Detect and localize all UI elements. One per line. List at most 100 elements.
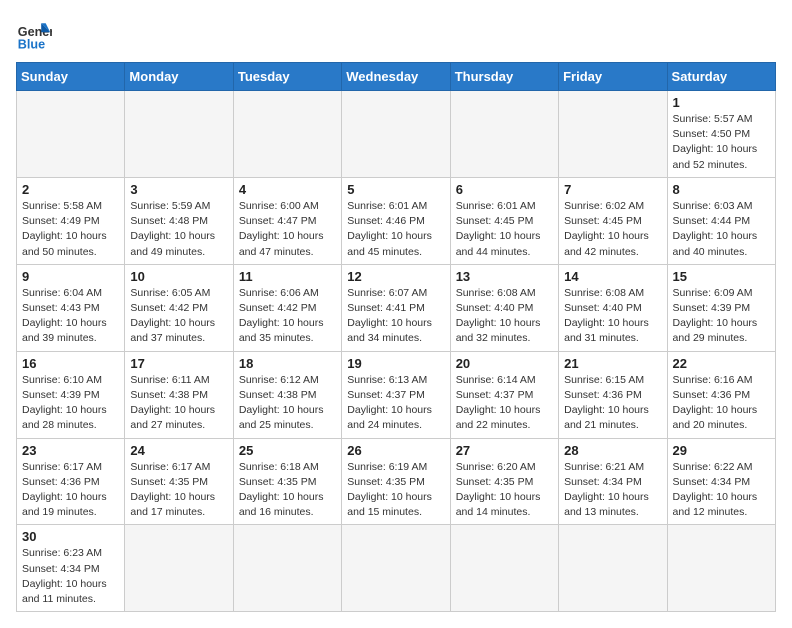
day-number: 6 bbox=[456, 182, 553, 197]
weekday-header: Friday bbox=[559, 63, 667, 91]
day-info: Sunrise: 6:09 AMSunset: 4:39 PMDaylight:… bbox=[673, 286, 770, 347]
day-info: Sunrise: 6:23 AMSunset: 4:34 PMDaylight:… bbox=[22, 546, 119, 607]
day-number: 12 bbox=[347, 269, 444, 284]
calendar-cell: 9 Sunrise: 6:04 AMSunset: 4:43 PMDaylight… bbox=[17, 264, 125, 351]
day-info: Sunrise: 5:58 AMSunset: 4:49 PMDaylight:… bbox=[22, 199, 119, 260]
day-number: 7 bbox=[564, 182, 661, 197]
day-info: Sunrise: 6:04 AMSunset: 4:43 PMDaylight:… bbox=[22, 286, 119, 347]
calendar-cell: 23 Sunrise: 6:17 AMSunset: 4:36 PMDayligh… bbox=[17, 438, 125, 525]
day-number: 15 bbox=[673, 269, 770, 284]
day-info: Sunrise: 6:17 AMSunset: 4:35 PMDaylight:… bbox=[130, 460, 227, 521]
day-number: 19 bbox=[347, 356, 444, 371]
day-number: 13 bbox=[456, 269, 553, 284]
calendar-week-row: 23 Sunrise: 6:17 AMSunset: 4:36 PMDayligh… bbox=[17, 438, 776, 525]
day-info: Sunrise: 6:05 AMSunset: 4:42 PMDaylight:… bbox=[130, 286, 227, 347]
calendar-cell bbox=[667, 525, 775, 612]
day-info: Sunrise: 6:08 AMSunset: 4:40 PMDaylight:… bbox=[456, 286, 553, 347]
calendar-cell: 13 Sunrise: 6:08 AMSunset: 4:40 PMDayligh… bbox=[450, 264, 558, 351]
calendar-week-row: 30 Sunrise: 6:23 AMSunset: 4:34 PMDayligh… bbox=[17, 525, 776, 612]
day-number: 3 bbox=[130, 182, 227, 197]
day-number: 22 bbox=[673, 356, 770, 371]
day-number: 16 bbox=[22, 356, 119, 371]
calendar-body: 1 Sunrise: 5:57 AMSunset: 4:50 PMDaylight… bbox=[17, 91, 776, 612]
day-info: Sunrise: 5:57 AMSunset: 4:50 PMDaylight:… bbox=[673, 112, 770, 173]
day-info: Sunrise: 6:02 AMSunset: 4:45 PMDaylight:… bbox=[564, 199, 661, 260]
calendar-cell: 26Sunrise: 6:19 AMSunset: 4:35 PMDayligh… bbox=[342, 438, 450, 525]
calendar-cell: 29Sunrise: 6:22 AMSunset: 4:34 PMDayligh… bbox=[667, 438, 775, 525]
calendar-cell bbox=[450, 91, 558, 178]
calendar-header: SundayMondayTuesdayWednesdayThursdayFrid… bbox=[17, 63, 776, 91]
calendar-cell: 27Sunrise: 6:20 AMSunset: 4:35 PMDayligh… bbox=[450, 438, 558, 525]
day-info: Sunrise: 6:00 AMSunset: 4:47 PMDaylight:… bbox=[239, 199, 336, 260]
calendar-cell bbox=[342, 91, 450, 178]
calendar-cell bbox=[559, 91, 667, 178]
day-number: 14 bbox=[564, 269, 661, 284]
calendar-cell bbox=[125, 91, 233, 178]
day-info: Sunrise: 6:21 AMSunset: 4:34 PMDaylight:… bbox=[564, 460, 661, 521]
calendar-cell: 18 Sunrise: 6:12 AMSunset: 4:38 PMDayligh… bbox=[233, 351, 341, 438]
day-number: 4 bbox=[239, 182, 336, 197]
calendar-cell: 15 Sunrise: 6:09 AMSunset: 4:39 PMDayligh… bbox=[667, 264, 775, 351]
day-number: 11 bbox=[239, 269, 336, 284]
day-number: 18 bbox=[239, 356, 336, 371]
day-info: Sunrise: 6:12 AMSunset: 4:38 PMDaylight:… bbox=[239, 373, 336, 434]
calendar-cell: 17Sunrise: 6:11 AMSunset: 4:38 PMDayligh… bbox=[125, 351, 233, 438]
svg-text:Blue: Blue bbox=[18, 37, 45, 51]
weekday-header: Tuesday bbox=[233, 63, 341, 91]
calendar-week-row: 9 Sunrise: 6:04 AMSunset: 4:43 PMDaylight… bbox=[17, 264, 776, 351]
weekday-header-row: SundayMondayTuesdayWednesdayThursdayFrid… bbox=[17, 63, 776, 91]
day-info: Sunrise: 6:08 AMSunset: 4:40 PMDaylight:… bbox=[564, 286, 661, 347]
calendar-cell bbox=[125, 525, 233, 612]
day-info: Sunrise: 6:15 AMSunset: 4:36 PMDaylight:… bbox=[564, 373, 661, 434]
calendar-cell bbox=[233, 525, 341, 612]
calendar-cell: 20 Sunrise: 6:14 AMSunset: 4:37 PMDayligh… bbox=[450, 351, 558, 438]
day-number: 9 bbox=[22, 269, 119, 284]
calendar-cell: 19Sunrise: 6:13 AMSunset: 4:37 PMDayligh… bbox=[342, 351, 450, 438]
day-number: 1 bbox=[673, 95, 770, 110]
day-info: Sunrise: 6:03 AMSunset: 4:44 PMDaylight:… bbox=[673, 199, 770, 260]
calendar-cell: 14 Sunrise: 6:08 AMSunset: 4:40 PMDayligh… bbox=[559, 264, 667, 351]
weekday-header: Thursday bbox=[450, 63, 558, 91]
day-info: Sunrise: 6:06 AMSunset: 4:42 PMDaylight:… bbox=[239, 286, 336, 347]
day-info: Sunrise: 5:59 AMSunset: 4:48 PMDaylight:… bbox=[130, 199, 227, 260]
day-number: 23 bbox=[22, 443, 119, 458]
day-number: 20 bbox=[456, 356, 553, 371]
day-number: 5 bbox=[347, 182, 444, 197]
calendar-week-row: 16Sunrise: 6:10 AMSunset: 4:39 PMDayligh… bbox=[17, 351, 776, 438]
day-info: Sunrise: 6:07 AMSunset: 4:41 PMDaylight:… bbox=[347, 286, 444, 347]
calendar-cell: 21 Sunrise: 6:15 AMSunset: 4:36 PMDayligh… bbox=[559, 351, 667, 438]
calendar-cell bbox=[559, 525, 667, 612]
day-number: 28 bbox=[564, 443, 661, 458]
day-info: Sunrise: 6:14 AMSunset: 4:37 PMDaylight:… bbox=[456, 373, 553, 434]
day-number: 21 bbox=[564, 356, 661, 371]
calendar-cell: 12 Sunrise: 6:07 AMSunset: 4:41 PMDayligh… bbox=[342, 264, 450, 351]
day-number: 24 bbox=[130, 443, 227, 458]
calendar-cell: 10 Sunrise: 6:05 AMSunset: 4:42 PMDayligh… bbox=[125, 264, 233, 351]
day-number: 10 bbox=[130, 269, 227, 284]
calendar-cell: 8 Sunrise: 6:03 AMSunset: 4:44 PMDaylight… bbox=[667, 177, 775, 264]
day-number: 30 bbox=[22, 529, 119, 544]
calendar-cell bbox=[233, 91, 341, 178]
logo: General Blue bbox=[16, 16, 52, 52]
day-number: 17 bbox=[130, 356, 227, 371]
day-number: 25 bbox=[239, 443, 336, 458]
calendar-cell bbox=[342, 525, 450, 612]
day-info: Sunrise: 6:20 AMSunset: 4:35 PMDaylight:… bbox=[456, 460, 553, 521]
calendar-cell: 1 Sunrise: 5:57 AMSunset: 4:50 PMDaylight… bbox=[667, 91, 775, 178]
calendar-cell: 16Sunrise: 6:10 AMSunset: 4:39 PMDayligh… bbox=[17, 351, 125, 438]
calendar-cell bbox=[17, 91, 125, 178]
day-info: Sunrise: 6:18 AMSunset: 4:35 PMDaylight:… bbox=[239, 460, 336, 521]
calendar-cell: 2 Sunrise: 5:58 AMSunset: 4:49 PMDaylight… bbox=[17, 177, 125, 264]
day-info: Sunrise: 6:16 AMSunset: 4:36 PMDaylight:… bbox=[673, 373, 770, 434]
calendar-week-row: 2 Sunrise: 5:58 AMSunset: 4:49 PMDaylight… bbox=[17, 177, 776, 264]
logo-icon: General Blue bbox=[16, 16, 52, 52]
calendar-week-row: 1 Sunrise: 5:57 AMSunset: 4:50 PMDaylight… bbox=[17, 91, 776, 178]
calendar-table: SundayMondayTuesdayWednesdayThursdayFrid… bbox=[16, 62, 776, 612]
day-info: Sunrise: 6:17 AMSunset: 4:36 PMDaylight:… bbox=[22, 460, 119, 521]
day-info: Sunrise: 6:01 AMSunset: 4:45 PMDaylight:… bbox=[456, 199, 553, 260]
day-number: 8 bbox=[673, 182, 770, 197]
calendar-cell: 7 Sunrise: 6:02 AMSunset: 4:45 PMDaylight… bbox=[559, 177, 667, 264]
day-info: Sunrise: 6:22 AMSunset: 4:34 PMDaylight:… bbox=[673, 460, 770, 521]
calendar-cell: 30 Sunrise: 6:23 AMSunset: 4:34 PMDayligh… bbox=[17, 525, 125, 612]
day-number: 2 bbox=[22, 182, 119, 197]
